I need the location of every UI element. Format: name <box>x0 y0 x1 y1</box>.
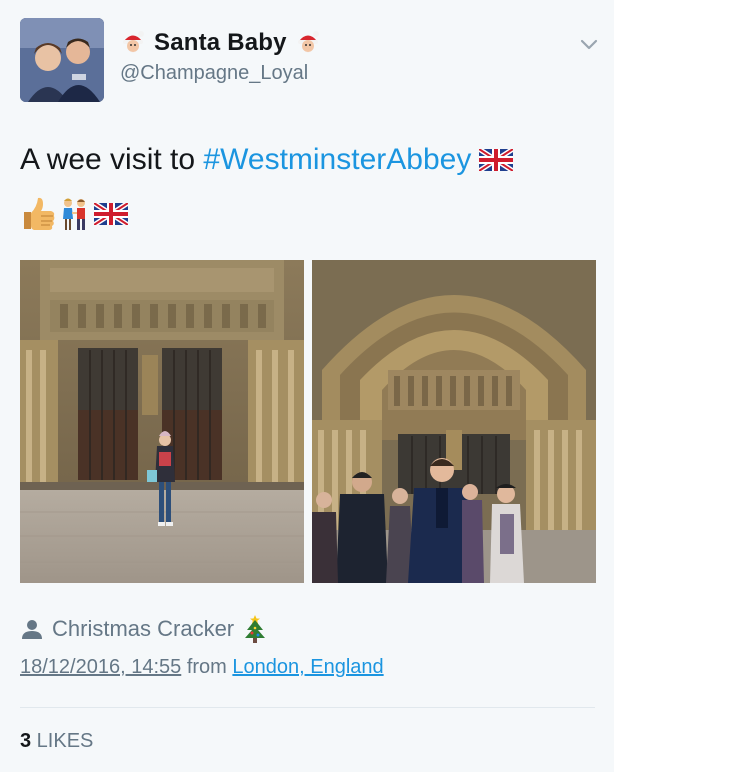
santa-face-icon <box>295 30 321 56</box>
likes-count: 3 <box>20 730 32 752</box>
westminster-abbey-photo-woman <box>20 260 304 583</box>
person-icon <box>20 618 44 640</box>
tweet-photo-right[interactable] <box>312 260 596 583</box>
tweet-meta: 18/12/2016, 14:55 from London, England <box>20 656 384 679</box>
christmas-tree-icon <box>242 614 268 644</box>
tweet-photo-left[interactable] <box>20 260 304 583</box>
author-name-row[interactable]: Santa Baby <box>120 28 321 58</box>
union-jack-flag-icon <box>479 149 514 171</box>
tweet-emoji-line <box>20 194 128 234</box>
couple-holding-hands-icon <box>60 195 90 233</box>
tagged-user-name[interactable]: Christmas Cracker <box>52 616 234 642</box>
chevron-down-icon[interactable] <box>578 36 600 54</box>
author-handle[interactable]: @Champagne_Loyal <box>120 62 308 85</box>
likes-label: LIKES <box>31 730 94 752</box>
likes-counter[interactable]: 3 LIKES <box>20 730 93 753</box>
location-link[interactable]: London, England <box>232 656 383 678</box>
tweet-text: A wee visit to #WestminsterAbbey <box>20 140 514 180</box>
divider <box>20 707 595 708</box>
thumbs-up-icon <box>20 195 56 233</box>
hashtag-link[interactable]: #WestminsterAbbey <box>203 143 471 176</box>
avatar-image <box>20 18 104 102</box>
union-jack-flag-icon <box>94 203 128 225</box>
santa-face-icon <box>120 30 146 56</box>
westminster-abbey-photo-man <box>312 260 596 583</box>
tweet-text-prefix: A wee visit to <box>20 143 204 176</box>
tweet-card: Santa Baby @Champagne_Loyal A wee visit … <box>0 0 614 772</box>
from-label: from <box>181 656 233 678</box>
author-display-name[interactable]: Santa Baby <box>154 29 287 57</box>
tagged-user[interactable]: Christmas Cracker <box>20 614 268 644</box>
timestamp-link[interactable]: 18/12/2016, 14:55 <box>20 656 181 678</box>
avatar[interactable] <box>20 18 104 102</box>
